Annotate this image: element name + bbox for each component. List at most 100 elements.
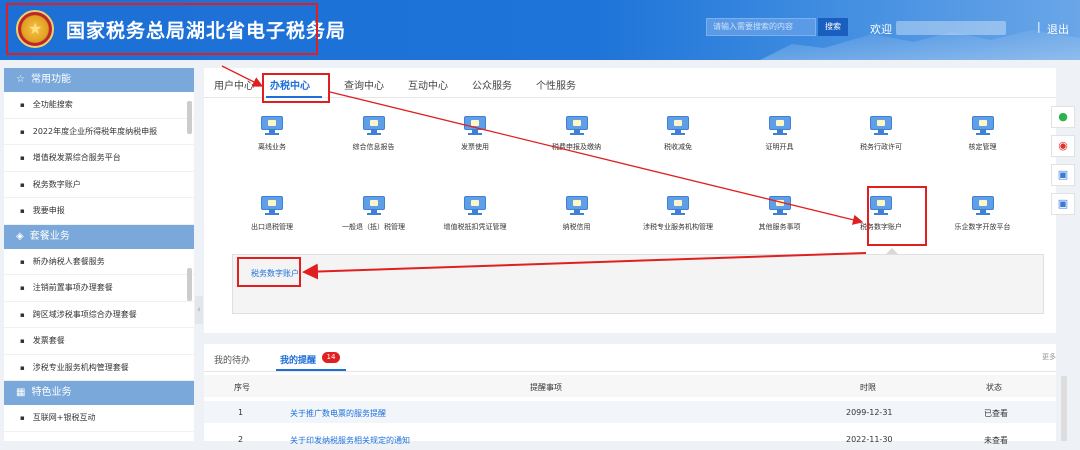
service-tile-label: 乐企数字开放平台 bbox=[954, 223, 1011, 231]
reminder-scrollbar[interactable] bbox=[1061, 376, 1067, 441]
service-tile[interactable]: 综合信息报告 bbox=[326, 112, 422, 166]
service-tile-label: 一般退（抵）税管理 bbox=[342, 223, 405, 231]
weibo-icon[interactable]: ◉ bbox=[1051, 135, 1075, 157]
tab-public-service[interactable]: 公众服务 bbox=[472, 77, 512, 92]
sidebar-item[interactable]: 增值税发票综合服务平台 bbox=[4, 145, 194, 172]
monitor-icon bbox=[565, 196, 588, 215]
tab-my-reminders[interactable]: 我的提醒 bbox=[280, 353, 316, 366]
sidebar-scrollbar[interactable] bbox=[187, 268, 192, 301]
service-tile-label: 其他服务事项 bbox=[758, 223, 801, 231]
table-row[interactable]: 1 关于推广数电票的服务提醒 2099-12-31 已查看 bbox=[204, 401, 1056, 423]
app-icon[interactable]: ▣ bbox=[1051, 164, 1075, 186]
wechat-icon[interactable]: ● bbox=[1051, 106, 1075, 128]
sidebar-item[interactable]: 跨区域涉税事项综合办理套餐 bbox=[4, 302, 194, 328]
service-tile-label: 涉税专业服务机构管理 bbox=[643, 223, 713, 231]
service-tile[interactable]: 其他服务事项 bbox=[732, 192, 828, 246]
service-tile[interactable]: 涉税专业服务机构管理 bbox=[630, 192, 726, 246]
tab-personal-service[interactable]: 个性服务 bbox=[536, 77, 576, 92]
sidebar-category-label: 套餐业务 bbox=[29, 230, 70, 242]
tab-my-todo[interactable]: 我的待办 bbox=[214, 353, 250, 366]
welcome-label: 欢迎 bbox=[870, 23, 892, 36]
col-reminder: 提醒事项 bbox=[530, 383, 562, 392]
monitor-icon bbox=[870, 116, 892, 135]
monitor-icon bbox=[464, 116, 486, 135]
table-header: 序号 提醒事项 时限 状态 bbox=[204, 375, 1056, 397]
reminder-count-badge: 14 bbox=[322, 352, 340, 363]
sidebar-item[interactable]: 我要申报 bbox=[4, 198, 194, 225]
sidebar-scrollbar[interactable] bbox=[187, 101, 192, 134]
monitor-icon bbox=[362, 116, 385, 135]
monitor-icon bbox=[565, 116, 588, 135]
highlight-box-sublink bbox=[237, 257, 301, 287]
service-tile[interactable]: 出口退税管理 bbox=[224, 192, 320, 246]
monitor-icon bbox=[667, 116, 689, 135]
service-tile[interactable]: 核定管理 bbox=[935, 112, 1031, 166]
monitor-icon bbox=[768, 196, 791, 215]
sidebar-item[interactable]: 注销前置事项办理套餐 bbox=[4, 275, 194, 302]
row-title-link[interactable]: 关于推广数电票的服务提醒 bbox=[290, 408, 386, 419]
sidebar-category[interactable]: ◈ 套餐业务 bbox=[4, 224, 194, 249]
header-separator: | bbox=[1037, 20, 1041, 33]
service-tile[interactable]: 税收减免 bbox=[630, 112, 726, 166]
service-tile[interactable]: 增值税抵扣凭证管理 bbox=[427, 192, 523, 246]
monitor-icon bbox=[464, 196, 486, 215]
sidebar-collapse-button[interactable]: ‹ bbox=[195, 296, 203, 324]
service-tile[interactable]: 离线业务 bbox=[224, 112, 320, 166]
service-tile-label: 离线业务 bbox=[258, 143, 286, 151]
service-tile-label: 证明开具 bbox=[765, 143, 794, 151]
app2-icon[interactable]: ▣ bbox=[1051, 193, 1075, 215]
service-tile[interactable]: 一般退（抵）税管理 bbox=[326, 192, 422, 246]
main-tabs: 用户中心 办税中心 查询中心 互动中心 公众服务 个性服务 bbox=[204, 68, 1056, 98]
search-input[interactable]: 请输入需要搜索的内容 bbox=[706, 18, 816, 36]
col-deadline: 时限 bbox=[860, 383, 876, 392]
layers-icon: ◈ bbox=[16, 230, 24, 242]
grid-icon: ▦ bbox=[16, 387, 26, 398]
service-tile-label: 发票使用 bbox=[461, 143, 489, 151]
service-tile-label: 出口退税管理 bbox=[251, 223, 293, 231]
service-tile[interactable]: 乐企数字开放平台 bbox=[935, 192, 1031, 246]
sidebar: ☆ 常用功能全功能搜索2022年度企业所得税年度纳税申报增值税发票综合服务平台税务… bbox=[4, 68, 194, 441]
sidebar-item[interactable]: 新办纳税人套餐服务 bbox=[4, 249, 194, 275]
service-tile[interactable]: 证明开具 bbox=[732, 112, 828, 166]
highlight-box-tab bbox=[262, 73, 330, 103]
service-tile-label: 纳税信用 bbox=[562, 223, 591, 231]
highlight-box-tile bbox=[867, 186, 927, 246]
service-tile-label: 税收减免 bbox=[664, 143, 692, 151]
monitor-icon bbox=[667, 196, 689, 215]
logout-link[interactable]: 退出 bbox=[1047, 21, 1069, 37]
service-tile-label: 核定管理 bbox=[968, 143, 997, 151]
highlight-box-title bbox=[6, 3, 318, 55]
sidebar-category[interactable]: ▦ 特色业务 bbox=[4, 381, 194, 405]
tab-interaction-center[interactable]: 互动中心 bbox=[408, 77, 448, 92]
sidebar-category-label: 常用功能 bbox=[30, 74, 71, 85]
col-status: 状态 bbox=[986, 383, 1002, 392]
table-row[interactable]: 2 关于印发纳税服务相关规定的通知 2022-11-30 未查看 bbox=[204, 428, 1056, 450]
sidebar-item[interactable]: 涉税专业服务机构管理套餐 bbox=[4, 355, 194, 381]
monitor-icon bbox=[971, 116, 994, 135]
tab-query-center[interactable]: 查询中心 bbox=[344, 77, 384, 92]
sidebar-item[interactable]: 税务数字账户 bbox=[4, 172, 194, 198]
row-status: 已查看 bbox=[984, 409, 1008, 418]
monitor-icon bbox=[261, 116, 283, 135]
row-index: 1 bbox=[238, 408, 244, 417]
sidebar-item[interactable]: 发票套餐 bbox=[4, 328, 194, 355]
more-link[interactable]: 更多 bbox=[1042, 352, 1056, 362]
row-index: 2 bbox=[238, 435, 244, 444]
sidebar-item[interactable]: 2022年度企业所得税年度纳税申报 bbox=[4, 119, 194, 145]
search-button[interactable]: 搜索 bbox=[818, 18, 848, 36]
sidebar-item[interactable]: 全功能搜索 bbox=[4, 92, 194, 119]
service-tile-label: 综合信息报告 bbox=[352, 143, 395, 151]
service-tile[interactable]: 税费申报及缴纳 bbox=[529, 112, 625, 166]
service-tile[interactable]: 税务行政许可 bbox=[833, 112, 929, 166]
tab-user-center[interactable]: 用户中心 bbox=[214, 77, 254, 92]
service-tile[interactable]: 发票使用 bbox=[427, 112, 523, 166]
service-tile[interactable]: 纳税信用 bbox=[529, 192, 625, 246]
row-deadline: 2022-11-30 bbox=[846, 435, 893, 444]
monitor-icon bbox=[971, 196, 994, 215]
sidebar-item[interactable]: 互联网+银税互动 bbox=[4, 405, 194, 432]
monitor-icon bbox=[362, 196, 385, 215]
service-tile-label: 增值税抵扣凭证管理 bbox=[443, 223, 507, 231]
sidebar-category[interactable]: ☆ 常用功能 bbox=[4, 68, 194, 92]
divider bbox=[204, 371, 1056, 372]
monitor-icon bbox=[768, 116, 791, 135]
